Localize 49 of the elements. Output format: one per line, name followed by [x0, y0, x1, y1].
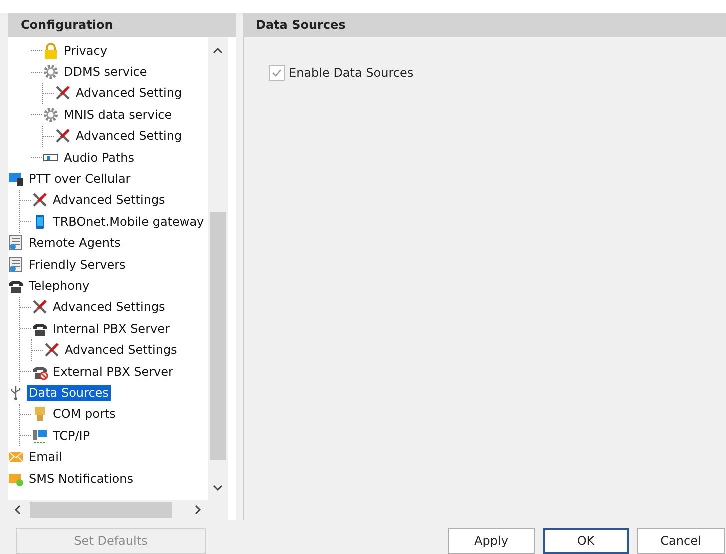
serial-port-icon	[32, 406, 48, 422]
scroll-down-icon[interactable]	[213, 484, 223, 492]
tree-item[interactable]: Advanced Settings	[20, 190, 208, 212]
tree-item[interactable]: MNIS data service	[31, 104, 208, 126]
tree-item[interactable]: Audio Paths	[31, 146, 208, 168]
tree-item[interactable]: External PBX Server	[20, 360, 208, 382]
checkmark-icon	[272, 68, 282, 78]
gear-icon	[43, 106, 59, 123]
monitor-icon	[8, 171, 24, 188]
vertical-scrollbar[interactable]	[208, 37, 228, 500]
gear-icon	[43, 64, 59, 80]
tree-item[interactable]: Telephony	[8, 275, 208, 297]
padlock-icon	[43, 42, 59, 59]
scroll-right-icon[interactable]	[194, 505, 202, 515]
server-icon	[8, 256, 24, 273]
checkbox-label: Enable Data Sources	[289, 66, 414, 80]
tools-icon	[44, 342, 60, 358]
dialog-button[interactable]: OK	[543, 528, 629, 554]
tree-item[interactable]: Advanced Settings	[20, 296, 208, 318]
tools-icon	[32, 299, 48, 316]
scroll-up-icon[interactable]	[213, 47, 223, 55]
tree-item[interactable]: Friendly Servers	[8, 254, 208, 276]
tools-icon	[32, 192, 48, 208]
scrollbar-thumb[interactable]	[30, 502, 172, 518]
tree-item[interactable]: PTT over Cellular	[8, 168, 208, 190]
network-computer-icon	[32, 428, 48, 444]
tree-item[interactable]: Email	[8, 446, 208, 468]
server-icon	[8, 235, 24, 252]
tree-item[interactable]: COM ports	[20, 404, 208, 426]
scroll-left-icon[interactable]	[14, 505, 22, 515]
tree-item[interactable]: Advanced Setting	[43, 82, 208, 104]
tree-item[interactable]: Internal PBX Server	[20, 318, 208, 340]
tools-icon	[55, 85, 71, 102]
dialog-button[interactable]: Apply	[448, 528, 535, 554]
tree-item[interactable]: DDMS service	[31, 61, 208, 83]
tree-item[interactable]: Privacy	[31, 40, 208, 62]
tree-item[interactable]: TCP/IP	[20, 425, 208, 446]
tree-item[interactable]: Data Sources	[8, 382, 208, 404]
tree-item[interactable]: SMS Notifications	[8, 468, 208, 490]
horizontal-scrollbar[interactable]	[8, 500, 228, 520]
tree-item[interactable]: TRBOnet.Mobile gateway	[20, 211, 208, 233]
tree-item[interactable]: Advanced Setting	[43, 126, 208, 147]
panel-header: Data Sources	[243, 13, 726, 37]
scrollbar-thumb[interactable]	[210, 212, 226, 460]
dialog-button[interactable]: Cancel	[637, 528, 725, 554]
tools-icon	[55, 128, 71, 144]
panel-header: Configuration	[8, 13, 236, 37]
tree-item[interactable]: Advanced Settings	[32, 339, 208, 361]
tree-item[interactable]: Remote Agents	[8, 232, 208, 254]
